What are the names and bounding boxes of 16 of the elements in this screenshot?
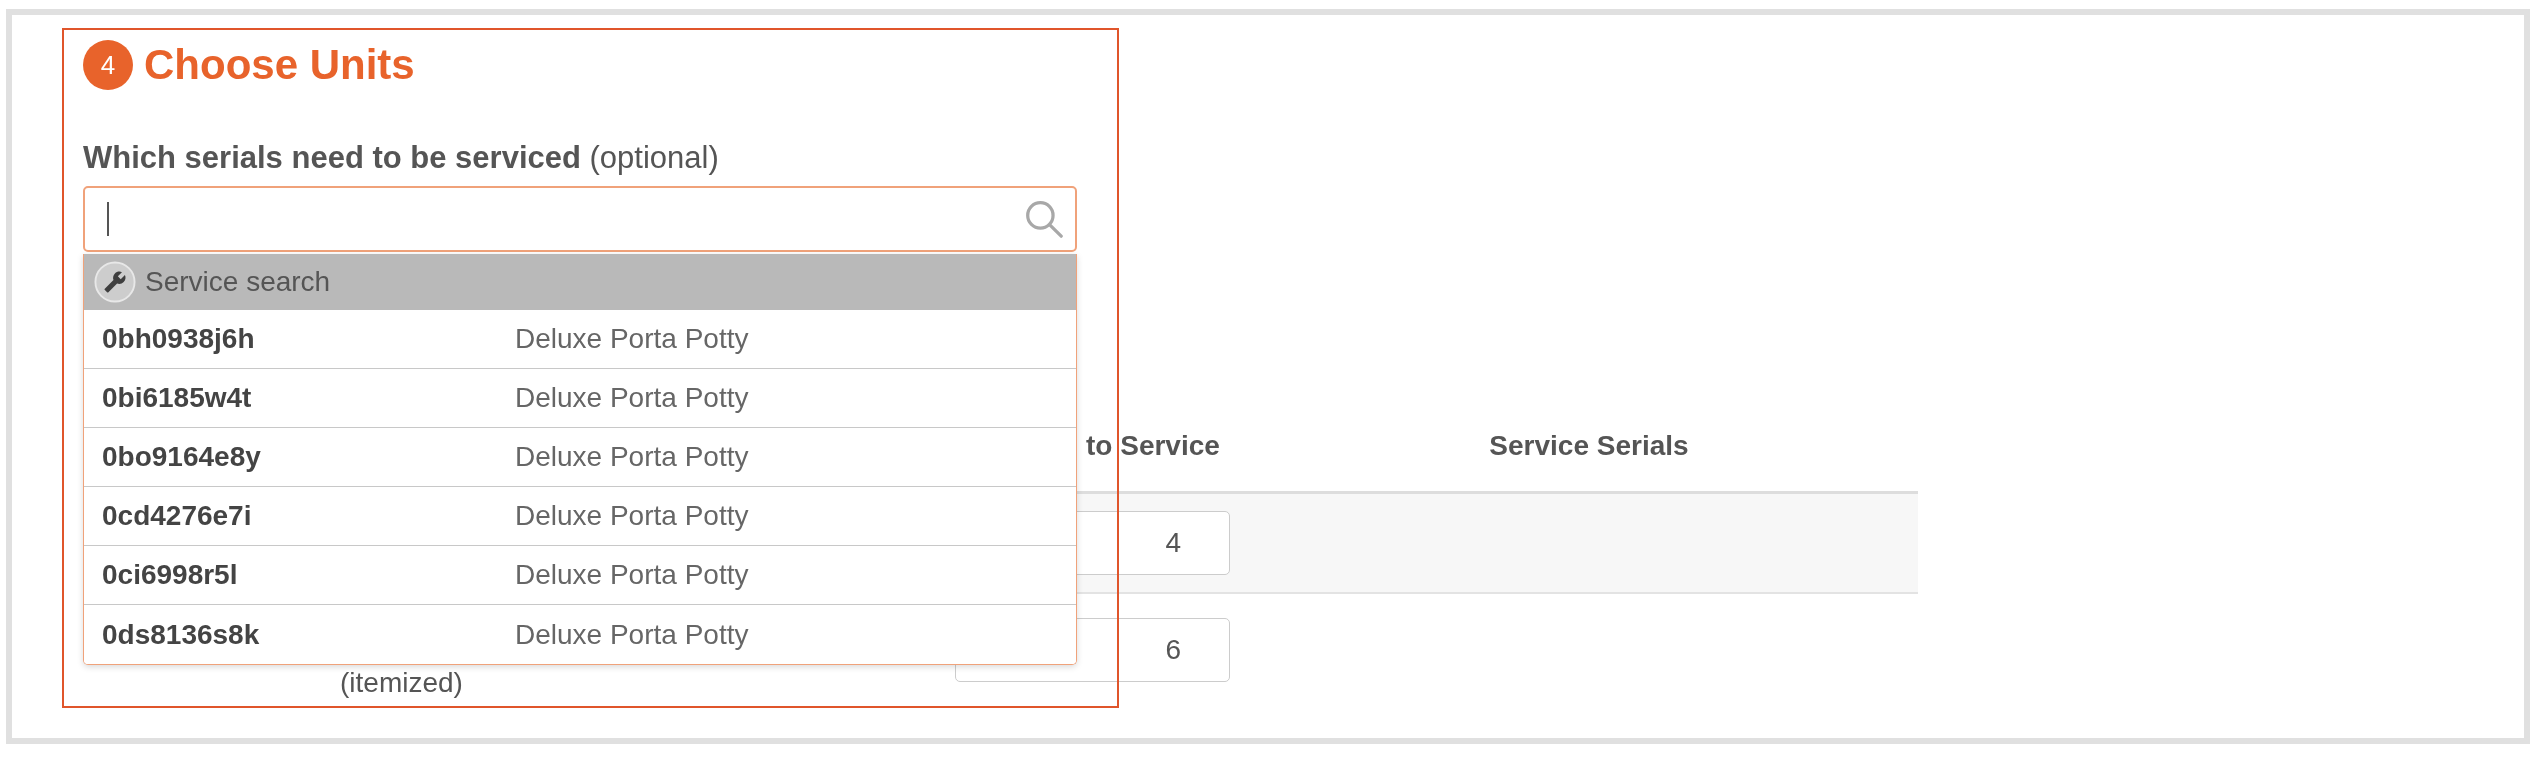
field-label: Which serials need to be serviced (optional) (83, 139, 719, 177)
search-field[interactable] (83, 186, 1077, 252)
dropdown-header-label: Service search (145, 265, 331, 299)
dropdown-option[interactable]: 0bo9164e8y Deluxe Porta Potty (84, 428, 1076, 487)
dropdown-option[interactable]: 0bh0938j6h Deluxe Porta Potty (84, 310, 1076, 369)
product-note: (itemized) (340, 668, 463, 698)
dropdown-option[interactable]: 0ci6998r5l Deluxe Porta Potty (84, 546, 1076, 605)
dropdown-option[interactable]: 0bi6185w4t Deluxe Porta Potty (84, 369, 1076, 428)
dropdown-option[interactable]: 0cd4276e7i Deluxe Porta Potty (84, 487, 1076, 546)
step-badge: 4 (83, 40, 133, 90)
wrench-icon (94, 261, 136, 303)
search-icon (1025, 200, 1063, 238)
section-title: Choose Units (144, 40, 415, 90)
dropdown-option[interactable]: 0ds8136s8k Deluxe Porta Potty (84, 605, 1076, 664)
column-header: to Service (1086, 429, 1220, 461)
column-header: Service Serials (1489, 428, 1689, 463)
